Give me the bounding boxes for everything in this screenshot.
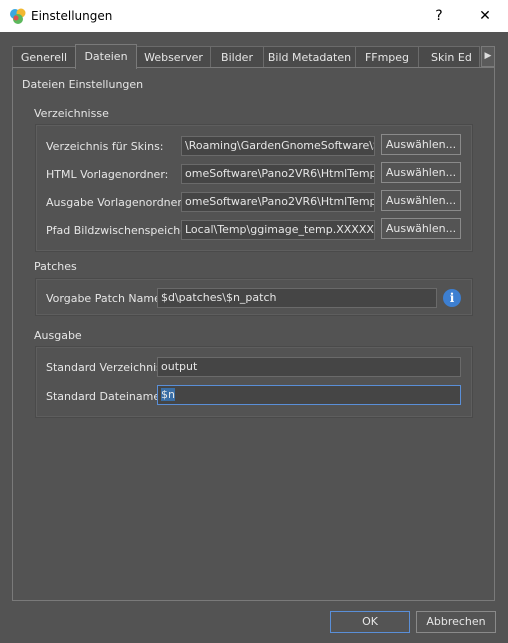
output-template-dir-label: Ausgabe Vorlagenordner: <box>46 196 186 209</box>
default-dir-label: Standard Verzeichnis: <box>46 361 166 374</box>
tab-webserver[interactable]: Webserver <box>136 46 211 67</box>
tab-generell[interactable]: Generell <box>12 46 76 67</box>
section-title: Dateien Einstellungen <box>22 78 144 91</box>
ok-button[interactable]: OK <box>330 611 410 633</box>
image-cache-dir-label: Pfad Bildzwischenspeicher: <box>46 224 196 237</box>
tab-bild-metadaten[interactable]: Bild Metadaten <box>263 46 356 67</box>
html-template-dir-browse-button[interactable]: Auswählen... <box>381 162 461 183</box>
output-template-dir-field[interactable]: omeSoftware\Pano2VR6\HtmlTemplates <box>181 192 375 212</box>
cancel-button[interactable]: Abbrechen <box>416 611 496 633</box>
directories-heading: Verzeichnisse <box>34 107 109 120</box>
output-template-dir-browse-button[interactable]: Auswählen... <box>381 190 461 211</box>
help-button[interactable]: ? <box>424 4 454 28</box>
app-icon <box>10 8 26 24</box>
tab-skin-editor[interactable]: Skin Ed <box>418 46 480 67</box>
default-filename-label: Standard Dateiname: <box>46 390 164 403</box>
settings-dialog: Einstellungen ? ✕ Generell Dateien Webse… <box>0 0 508 643</box>
html-template-dir-label: HTML Vorlagenordner: <box>46 168 169 181</box>
default-filename-value: $n <box>161 388 175 401</box>
tab-bilder[interactable]: Bilder <box>210 46 264 67</box>
patches-heading: Patches <box>34 260 77 273</box>
tab-scroll-right-icon[interactable]: ▶ <box>481 46 495 67</box>
skins-dir-label: Verzeichnis für Skins: <box>46 140 164 153</box>
output-heading: Ausgabe <box>34 329 82 342</box>
tab-bar: Generell Dateien Webserver Bilder Bild M… <box>12 44 495 69</box>
image-cache-dir-browse-button[interactable]: Auswählen... <box>381 218 461 239</box>
default-filename-field[interactable]: $n <box>157 385 461 405</box>
image-cache-dir-field[interactable]: Local\Temp\ggimage_temp.XXXXXXXXX <box>181 220 375 240</box>
patch-name-field[interactable]: $d\patches\$n_patch <box>157 288 437 308</box>
close-button[interactable]: ✕ <box>470 4 500 28</box>
title-bar: Einstellungen ? ✕ <box>0 0 508 32</box>
skins-dir-field[interactable]: \Roaming\GardenGnomeSoftware\Skins <box>181 136 375 156</box>
info-icon[interactable]: i <box>443 289 461 307</box>
html-template-dir-field[interactable]: omeSoftware\Pano2VR6\HtmlTemplates <box>181 164 375 184</box>
tab-ffmpeg[interactable]: FFmpeg <box>355 46 419 67</box>
patch-name-label: Vorgabe Patch Name: <box>46 292 165 305</box>
window-title: Einstellungen <box>31 9 113 23</box>
default-dir-field[interactable]: output <box>157 357 461 377</box>
skins-dir-browse-button[interactable]: Auswählen... <box>381 134 461 155</box>
tab-dateien[interactable]: Dateien <box>75 44 137 69</box>
